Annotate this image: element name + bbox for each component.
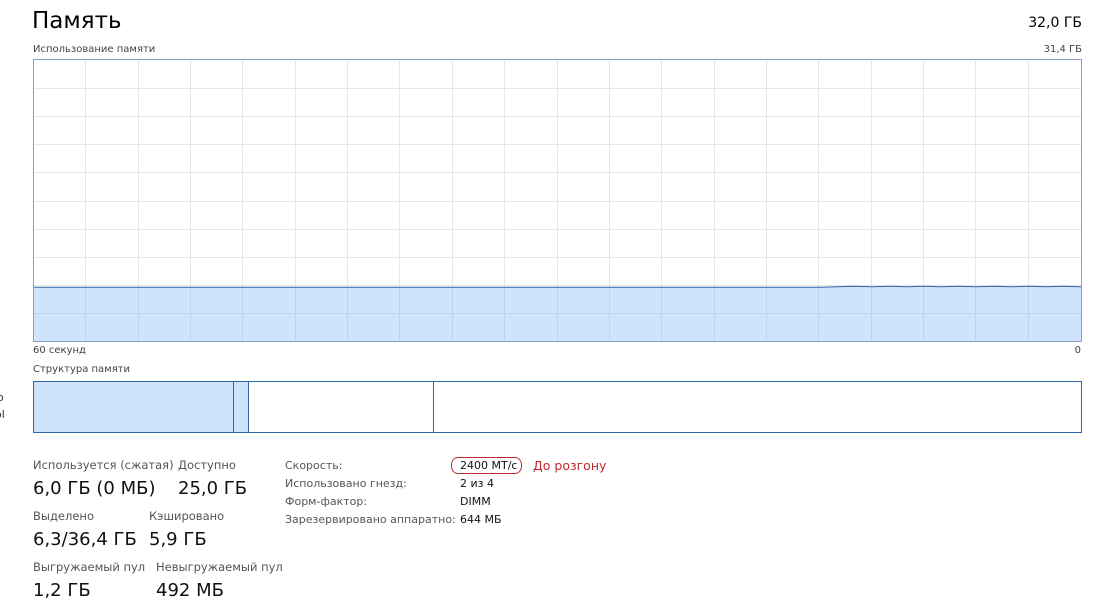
cached-label: Кэшировано <box>149 509 225 523</box>
memory-composition-bar <box>33 381 1082 433</box>
speed-label: Скорость: <box>285 459 343 472</box>
memory-usage-chart <box>34 60 1081 341</box>
usage-graph-max: 31,4 ГБ <box>1043 44 1082 55</box>
nonpaged-pool-value: 492 МБ <box>156 580 224 601</box>
nonpaged-pool-label: Невыгружаемый пул <box>156 560 283 574</box>
reserved-label: Зарезервировано аппаратно: <box>285 513 456 526</box>
memory-composition-label: Структура памяти <box>33 364 131 375</box>
left-edge-fragment: ol <box>0 408 5 421</box>
available-label: Доступно <box>178 458 236 472</box>
graph-zero-label: 0 <box>1074 345 1081 356</box>
cached-value: 5,9 ГБ <box>149 529 207 550</box>
composition-standby <box>249 382 434 432</box>
in-use-label: Используется (сжатая) <box>33 458 174 472</box>
left-edge-fragment: о <box>0 391 4 404</box>
form-factor-value: DIMM <box>460 495 491 508</box>
slots-label: Использовано гнезд: <box>285 477 407 490</box>
composition-modified <box>234 382 249 432</box>
composition-free <box>434 382 1081 432</box>
composition-in-use <box>34 382 234 432</box>
committed-value: 6,3/36,4 ГБ <box>33 529 137 550</box>
usage-graph-label: Использование памяти <box>33 44 156 55</box>
reserved-value: 644 МБ <box>460 513 502 526</box>
form-factor-label: Форм-фактор: <box>285 495 368 508</box>
in-use-value: 6,0 ГБ (0 МБ) <box>33 478 156 499</box>
graph-time-label: 60 секунд <box>33 345 86 356</box>
total-memory: 32,0 ГБ <box>1028 15 1082 31</box>
slots-value: 2 из 4 <box>460 477 494 490</box>
available-value: 25,0 ГБ <box>178 478 248 499</box>
speed-value: 2400 МТ/с <box>460 459 518 472</box>
page-title: Память <box>32 8 122 34</box>
memory-panel: Память 32,0 ГБ Использование памяти 31,4… <box>0 0 1098 609</box>
paged-pool-value: 1,2 ГБ <box>33 580 91 601</box>
memory-usage-graph <box>33 59 1082 342</box>
committed-label: Выделено <box>33 509 94 523</box>
overclock-annotation: До розгону <box>533 458 607 473</box>
paged-pool-label: Выгружаемый пул <box>33 560 146 574</box>
